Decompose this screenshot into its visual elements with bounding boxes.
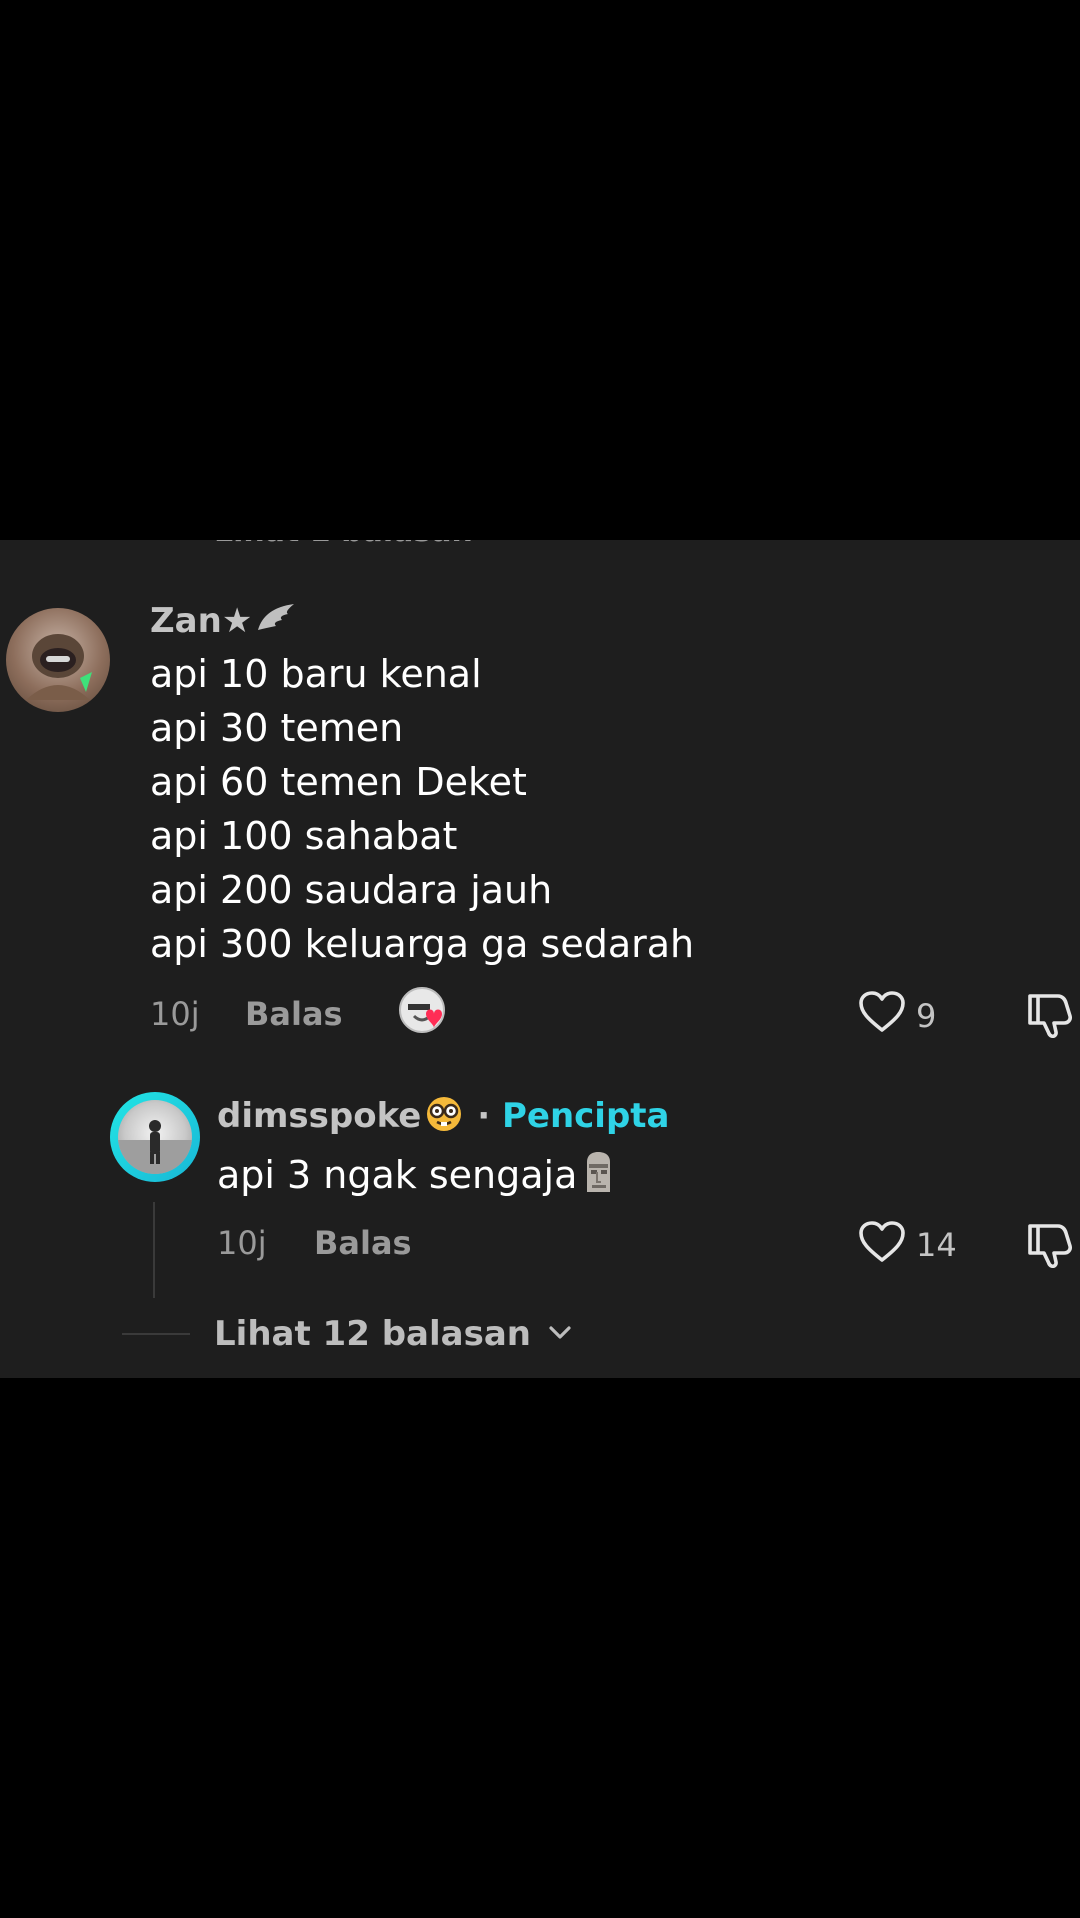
reply-like-count: 14	[916, 1226, 957, 1264]
reply-avatar[interactable]	[118, 1100, 192, 1174]
top-black-area	[0, 0, 1080, 540]
star-icon: ★	[221, 601, 253, 641]
commenter-username-row[interactable]: Zan★	[150, 600, 298, 641]
commenter-username[interactable]: Zan	[150, 601, 222, 641]
comment-text-line-3: api 60 temen Deket	[150, 760, 527, 804]
comment-reply-button[interactable]: Balas	[245, 994, 343, 1034]
wing-icon	[258, 604, 295, 630]
commenter-avatar[interactable]	[6, 608, 110, 712]
more-replies-divider	[122, 1333, 190, 1335]
creator-badge: Pencipta	[501, 1096, 670, 1136]
reply-username-row: dimsspoke · Pencipta	[217, 1095, 670, 1136]
reply-text-row: api 3 ngak sengaja	[217, 1150, 617, 1198]
comment-text-line-4: api 100 sahabat	[150, 814, 458, 858]
view-more-replies-label[interactable]: Lihat 12 balasan	[214, 1314, 531, 1354]
comment-text-line-1: api 10 baru kenal	[150, 652, 482, 696]
reply-dislike-icon[interactable]	[1024, 1220, 1074, 1272]
comment-like-count: 9	[916, 997, 937, 1035]
reply-text: api 3 ngak sengaja	[217, 1153, 578, 1197]
avatar-person-image	[118, 1120, 192, 1174]
view-more-replies-button[interactable]: Lihat 12 balasan	[214, 1314, 573, 1354]
comment-dislike-icon[interactable]	[1024, 990, 1074, 1042]
reply-username[interactable]: dimsspoke	[217, 1096, 421, 1136]
comment-time: 10j	[150, 995, 200, 1033]
comment-text-line-2: api 30 temen	[150, 706, 404, 750]
reply-separator: ·	[477, 1096, 491, 1136]
moai-icon	[587, 1152, 611, 1192]
nerd-face-icon	[427, 1097, 462, 1131]
comment-like-heart-icon[interactable]	[858, 990, 906, 1038]
comment-text-line-6: api 300 keluarga ga sedarah	[150, 922, 695, 966]
reply-thread-line	[153, 1202, 155, 1298]
reply-time: 10j	[217, 1224, 267, 1262]
reply-like-heart-icon[interactable]	[858, 1220, 906, 1268]
chevron-down-icon	[549, 1326, 571, 1339]
creator-liked-icon	[398, 986, 456, 1042]
avatar-character-image	[26, 634, 92, 700]
reply-reply-button[interactable]: Balas	[314, 1223, 412, 1263]
comment-text-line-5: api 200 saudara jauh	[150, 868, 553, 912]
